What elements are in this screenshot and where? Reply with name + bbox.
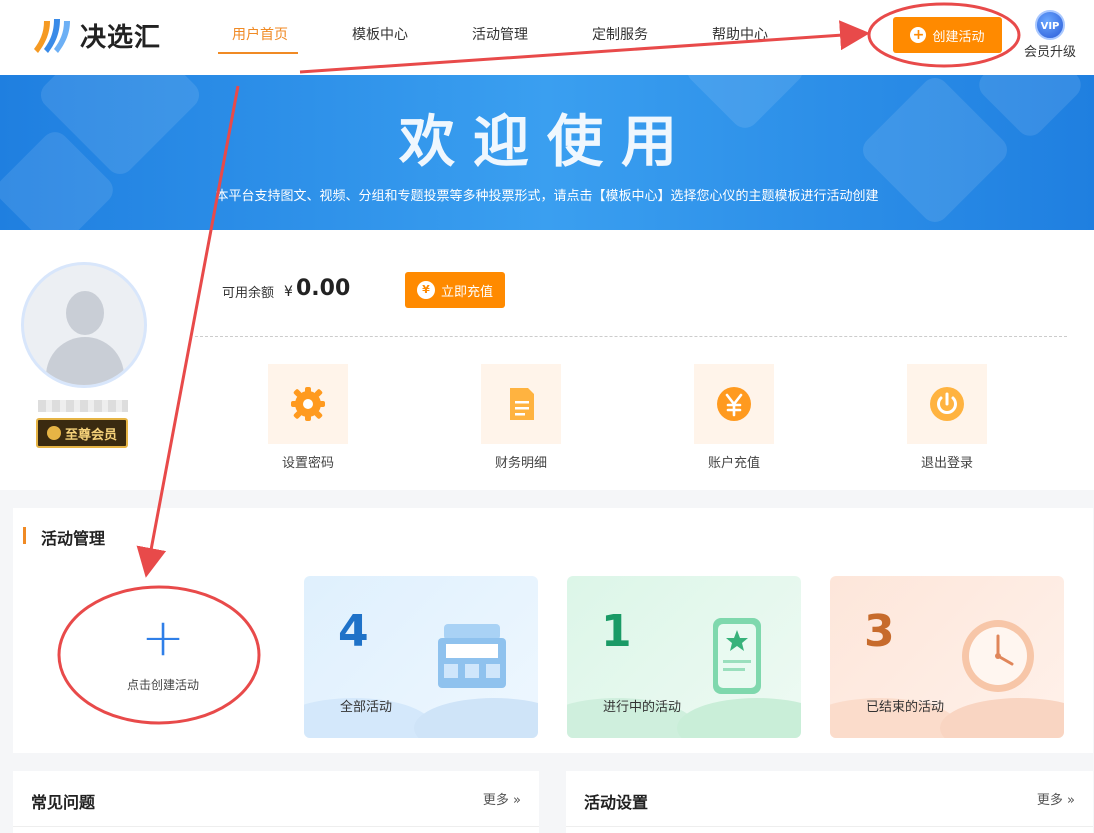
- more-link[interactable]: 更多 »: [1037, 789, 1075, 808]
- inbox-icon: [432, 616, 512, 696]
- stat-label: 进行中的活动: [603, 700, 682, 715]
- profile-panel: 至尊会员 可用余额 ¥ 0.00 ¥ 立即充值 设置密码 财务明细 账户充值 退…: [0, 230, 1094, 490]
- panel-title: 常见问题: [31, 793, 96, 812]
- stat-card-ongoing[interactable]: 1 进行中的活动: [567, 576, 801, 738]
- create-activity-card[interactable]: + 点击创建活动: [63, 578, 263, 708]
- logo-icon: [30, 15, 74, 55]
- create-activity-card-label: 点击创建活动: [126, 678, 199, 692]
- nav-custom-service[interactable]: 定制服务: [560, 0, 680, 75]
- yen-icon: ¥: [416, 281, 435, 299]
- recharge-label: 立即充值: [440, 284, 493, 300]
- activity-settings-panel: 活动设置 更多 »: [566, 771, 1093, 833]
- stat-value: 3: [864, 606, 895, 657]
- clock-icon: [958, 616, 1038, 696]
- divider: [195, 336, 1067, 337]
- quick-label: 财务明细: [494, 456, 547, 471]
- section-title: 活动管理: [23, 525, 105, 549]
- nav-activity-management[interactable]: 活动管理: [440, 0, 560, 75]
- member-badge: 至尊会员: [36, 418, 128, 448]
- nav-help-center[interactable]: 帮助中心: [680, 0, 800, 75]
- username-blurred: [38, 400, 128, 412]
- stat-card-ended[interactable]: 3 已结束的活动: [830, 576, 1064, 738]
- faq-panel: 常见问题 更多 »: [13, 771, 539, 833]
- create-activity-button[interactable]: + 创建活动: [893, 17, 1002, 53]
- quick-financial-details[interactable]: 财务明细: [471, 364, 571, 471]
- quick-account-recharge[interactable]: 账户充值: [684, 364, 784, 471]
- stat-value: 1: [601, 606, 632, 657]
- logo[interactable]: 决选汇: [30, 14, 161, 56]
- banner-subtitle: 本平台支持图文、视频、分组和专题投票等多种投票形式，请点击【模板中心】选择您心仪…: [215, 189, 879, 204]
- quick-label: 账户充值: [707, 456, 760, 471]
- stat-label: 全部活动: [340, 700, 393, 715]
- panel-title: 活动设置: [584, 793, 649, 812]
- vip-label: 会员升级: [1023, 45, 1076, 60]
- activity-management-section: 活动管理 + 点击创建活动 4 全部活动 1 进行中的活动 3 已结束的活动: [13, 508, 1093, 753]
- more-link[interactable]: 更多 »: [483, 789, 521, 808]
- welcome-banner: 欢迎使用 本平台支持图文、视频、分组和专题投票等多种投票形式，请点击【模板中心】…: [0, 75, 1094, 230]
- card-decoration: [940, 698, 1064, 738]
- avatar-body: [46, 337, 124, 385]
- quick-label: 退出登录: [920, 456, 973, 471]
- currency-symbol: ¥: [284, 284, 293, 300]
- banner-title: 欢迎使用: [399, 110, 695, 175]
- card-decoration: [414, 698, 538, 738]
- stat-value: 4: [338, 606, 369, 657]
- plus-icon: +: [141, 608, 185, 668]
- avatar[interactable]: [21, 262, 147, 388]
- balance-label: 可用余额: [222, 286, 275, 301]
- quick-set-password[interactable]: 设置密码: [258, 364, 358, 471]
- avatar-head: [66, 291, 104, 335]
- logo-text: 决选汇: [80, 22, 162, 53]
- member-badge-label: 至尊会员: [64, 427, 117, 443]
- phone-star-icon: [695, 616, 775, 696]
- card-decoration: [677, 698, 801, 738]
- stat-label: 已结束的活动: [866, 700, 945, 715]
- vip-icon: VIP: [1035, 10, 1065, 40]
- create-activity-label: 创建活动: [932, 29, 985, 45]
- balance-value: 0.00: [296, 276, 351, 301]
- divider: [566, 826, 1093, 827]
- yen-icon: [694, 364, 774, 444]
- quick-label: 设置密码: [281, 456, 334, 471]
- divider: [13, 826, 539, 827]
- nav-home[interactable]: 用户首页: [200, 0, 320, 75]
- quick-logout[interactable]: 退出登录: [897, 364, 997, 471]
- recharge-button[interactable]: ¥ 立即充值: [405, 272, 505, 308]
- document-icon: [481, 364, 561, 444]
- stat-card-all[interactable]: 4 全部活动: [304, 576, 538, 738]
- power-icon: [907, 364, 987, 444]
- plus-icon: +: [910, 27, 927, 43]
- crown-icon: [46, 426, 61, 440]
- nav-templates[interactable]: 模板中心: [320, 0, 440, 75]
- gear-icon: [268, 364, 348, 444]
- vip-upgrade[interactable]: VIP 会员升级: [1022, 10, 1078, 60]
- top-header: 决选汇 用户首页 模板中心 活动管理 定制服务 帮助中心 + 创建活动 VIP …: [0, 0, 1094, 75]
- main-nav: 用户首页 模板中心 活动管理 定制服务 帮助中心: [200, 0, 800, 75]
